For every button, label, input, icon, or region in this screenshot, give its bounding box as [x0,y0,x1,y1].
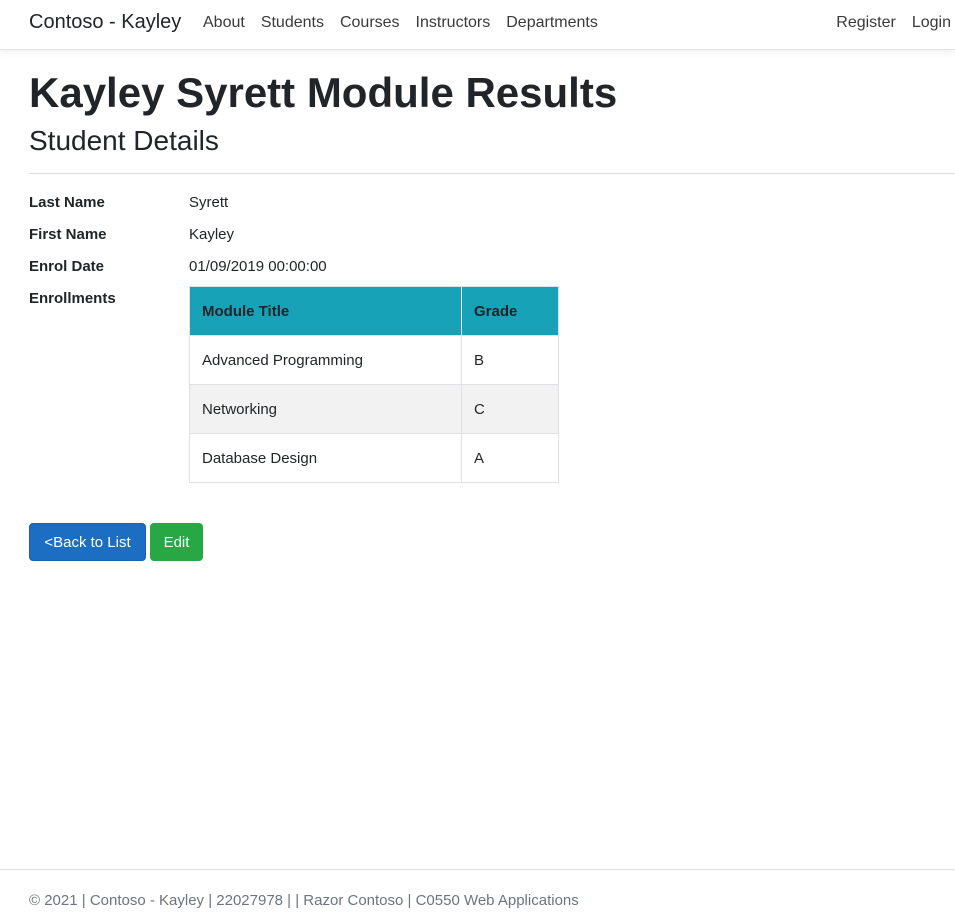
last-name-label: Last Name [29,194,105,211]
edit-button[interactable]: Edit [150,523,203,561]
nav-link-students[interactable]: Students [261,14,324,32]
table-row: Database Design A [189,433,559,483]
footer-text: © 2021 | Contoso - Kayley | 22027978 | |… [29,892,579,909]
nav-link-about[interactable]: About [203,14,245,32]
enrollments-label: Enrollments [29,290,116,307]
account-nav: Register Login [836,14,951,32]
table-header-row: Module Title Grade [189,286,559,336]
grade-cell: A [461,433,559,483]
first-name-value: Kayley [189,226,235,243]
column-header-grade: Grade [461,286,559,336]
page-subtitle: Student Details [29,125,219,156]
module-title-cell: Networking [189,384,462,434]
last-name-value: Syrett [189,194,229,211]
module-title-cell: Database Design [189,433,462,483]
column-header-module-title: Module Title [189,286,462,336]
divider [29,173,955,174]
page-title: Kayley Syrett Module Results [29,69,618,116]
table-row: Networking C [189,384,559,434]
top-navbar: Contoso - Kayley About Students Courses … [0,0,955,50]
enrol-date-value: 01/09/2019 00:00:00 [189,258,327,275]
grade-cell: C [461,384,559,434]
back-to-list-button[interactable]: <Back to List [29,523,146,561]
main-nav: About Students Courses Instructors Depar… [203,14,598,32]
nav-link-register[interactable]: Register [836,14,896,32]
table-row: Advanced Programming B [189,335,559,385]
first-name-label: First Name [29,226,107,243]
grade-cell: B [461,335,559,385]
nav-link-instructors[interactable]: Instructors [416,14,491,32]
nav-link-courses[interactable]: Courses [340,14,400,32]
enrol-date-label: Enrol Date [29,258,105,275]
nav-link-login[interactable]: Login [912,14,951,32]
brand-link[interactable]: Contoso - Kayley [29,11,181,34]
enrollments-table: Module Title Grade Advanced Programming … [189,286,559,483]
nav-link-departments[interactable]: Departments [506,14,598,32]
module-title-cell: Advanced Programming [189,335,462,385]
page-footer: © 2021 | Contoso - Kayley | 22027978 | |… [0,869,955,921]
